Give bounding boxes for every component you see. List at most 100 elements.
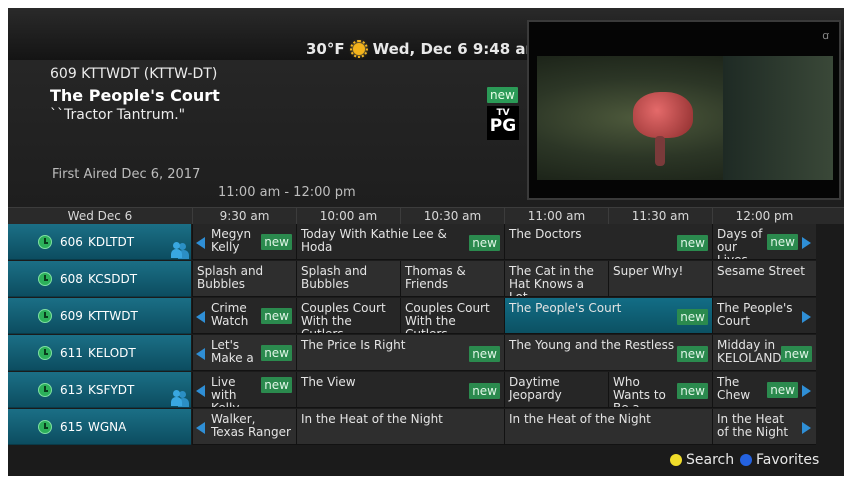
- right-arrow-icon: [802, 237, 811, 249]
- guide-row: 606 KDLTDT Megyn Kelly new Today With Ka…: [8, 224, 844, 261]
- program-cell[interactable]: The Chew new: [712, 372, 816, 408]
- program-title: Splash and Bubbles: [301, 264, 368, 291]
- left-arrow-icon: [196, 385, 205, 397]
- program-cell[interactable]: Let's Make a new: [192, 335, 296, 371]
- new-badge: new: [261, 345, 292, 361]
- program-cell[interactable]: The Cat in the Hat Knows a Lot: [504, 261, 608, 297]
- program-cell[interactable]: Days of our Lives new: [712, 224, 816, 260]
- program-cell[interactable]: Thomas & Friends: [400, 261, 504, 297]
- program-cell[interactable]: In the Heat of the Night: [712, 409, 816, 445]
- program-cell[interactable]: Megyn Kelly new: [192, 224, 296, 260]
- program-time-range: 11:00 am - 12:00 pm: [218, 185, 356, 200]
- new-badge: new: [677, 346, 708, 362]
- program-cell[interactable]: The Price Is Right new: [296, 335, 504, 371]
- clock-icon: [38, 235, 52, 249]
- episode-title: ``Tractor Tantrum.": [50, 107, 186, 123]
- new-badge: new: [487, 87, 518, 103]
- program-cell[interactable]: Crime Watch new: [192, 298, 296, 334]
- left-arrow-icon: [196, 311, 205, 323]
- program-cell[interactable]: Super Why!: [608, 261, 712, 297]
- program-cell[interactable]: Sesame Street: [712, 261, 816, 297]
- channel-cell[interactable]: 611 KELODT: [8, 335, 191, 371]
- channel-callsign: KSFYDT: [88, 383, 135, 397]
- status-clock: 30°F Wed, Dec 6 9:48 am: [306, 38, 541, 60]
- video-scene-character: [633, 92, 693, 138]
- new-badge: new: [767, 234, 798, 250]
- program-title: In the Heat of the Night: [509, 412, 651, 426]
- clock-icon: [38, 383, 52, 397]
- program-title: The People's Court: [717, 301, 793, 328]
- channel-cell[interactable]: 609 KTTWDT: [8, 298, 191, 334]
- program-cell-selected[interactable]: The People's Court new: [504, 298, 712, 334]
- program-title: The People's Court: [50, 86, 220, 105]
- program-cell[interactable]: Couples Court With the Cutlers: [296, 298, 400, 334]
- program-cell[interactable]: The People's Court: [712, 298, 816, 334]
- clock-icon: [38, 309, 52, 323]
- program-channel: 609 KTTWDT (KTTW-DT): [50, 66, 218, 82]
- program-cell[interactable]: The Young and the Restless new: [504, 335, 712, 371]
- channel-number: 609: [60, 309, 83, 323]
- new-badge: new: [261, 234, 292, 250]
- program-cell[interactable]: Midday in KELOLAND new: [712, 335, 816, 371]
- live-video-preview[interactable]: ꭤ: [527, 20, 841, 200]
- time-slot-header: 11:30 am: [608, 208, 712, 225]
- left-arrow-icon: [196, 348, 205, 360]
- tv-rating-badge: TV PG: [487, 106, 519, 140]
- program-cell[interactable]: In the Heat of the Night: [504, 409, 712, 445]
- grid-date-header: Wed Dec 6: [67, 209, 133, 223]
- people-icon: [171, 242, 189, 260]
- program-title: Splash and Bubbles: [197, 264, 264, 291]
- program-cell[interactable]: Who Wants to Be a new: [608, 372, 712, 408]
- channel-cell[interactable]: 608 KCSDDT: [8, 261, 191, 297]
- program-title: Walker, Texas Ranger: [211, 412, 291, 439]
- new-badge: new: [469, 235, 500, 251]
- search-hint[interactable]: Search: [670, 452, 734, 468]
- program-title: The Cat in the Hat Knows a Lot: [509, 264, 594, 297]
- clock-icon: [38, 420, 52, 434]
- channel-number: 611: [60, 346, 83, 360]
- program-title: Couples Court With the Cutlers: [301, 301, 386, 334]
- video-scene-character-leg: [655, 136, 665, 166]
- favorites-label: Favorites: [756, 452, 820, 468]
- program-title: Days of our Lives: [717, 227, 763, 260]
- program-cell[interactable]: In the Heat of the Night: [296, 409, 504, 445]
- program-title: Live with Kelly: [211, 375, 240, 408]
- program-cell[interactable]: Today With Kathie Lee & Hoda new: [296, 224, 504, 260]
- program-title: Sesame Street: [717, 264, 805, 278]
- guide-row: 613 KSFYDT Live with Kelly new The View …: [8, 372, 844, 409]
- favorites-hint[interactable]: Favorites: [740, 452, 819, 468]
- guide-row: 609 KTTWDT Crime Watch new Couples Court…: [8, 298, 844, 335]
- program-cell[interactable]: Splash and Bubbles: [192, 261, 296, 297]
- clock-icon: [38, 272, 52, 286]
- program-cell[interactable]: Live with Kelly new: [192, 372, 296, 408]
- new-badge: new: [677, 235, 708, 251]
- channel-cell[interactable]: 606 KDLTDT: [8, 224, 191, 260]
- first-aired: First Aired Dec 6, 2017: [52, 167, 201, 182]
- current-datetime: Wed, Dec 6 9:48 am: [372, 40, 542, 58]
- tv-rating-value: PG: [489, 116, 517, 136]
- program-title: Today With Kathie Lee & Hoda: [301, 227, 447, 254]
- video-frame: [537, 56, 833, 180]
- program-cell[interactable]: Walker, Texas Ranger: [192, 409, 296, 445]
- program-cell[interactable]: Splash and Bubbles: [296, 261, 400, 297]
- channel-watermark: ꭤ: [822, 29, 829, 42]
- new-badge: new: [261, 308, 292, 324]
- program-cell[interactable]: The View new: [296, 372, 504, 408]
- program-title: Megyn Kelly: [211, 227, 252, 254]
- new-badge: new: [677, 383, 708, 399]
- program-title: Crime Watch: [211, 301, 249, 328]
- new-badge: new: [677, 309, 708, 325]
- program-cell[interactable]: Couples Court With the Cutlers: [400, 298, 504, 334]
- temperature: 30°F: [306, 40, 345, 58]
- search-label: Search: [686, 452, 735, 468]
- channel-cell[interactable]: 613 KSFYDT: [8, 372, 191, 408]
- channel-number: 608: [60, 272, 83, 286]
- grid-time-header: Wed Dec 6 9:30 am 10:00 am 10:30 am 11:0…: [8, 207, 844, 225]
- guide-row: 608 KCSDDT Splash and Bubbles Splash and…: [8, 261, 844, 298]
- left-arrow-icon: [196, 422, 205, 434]
- program-cell[interactable]: Daytime Jeopardy: [504, 372, 608, 408]
- channel-number: 613: [60, 383, 83, 397]
- channel-cell[interactable]: 615 WGNA: [8, 409, 191, 445]
- program-cell[interactable]: The Doctors new: [504, 224, 712, 260]
- time-slot-header: 9:30 am: [192, 208, 296, 225]
